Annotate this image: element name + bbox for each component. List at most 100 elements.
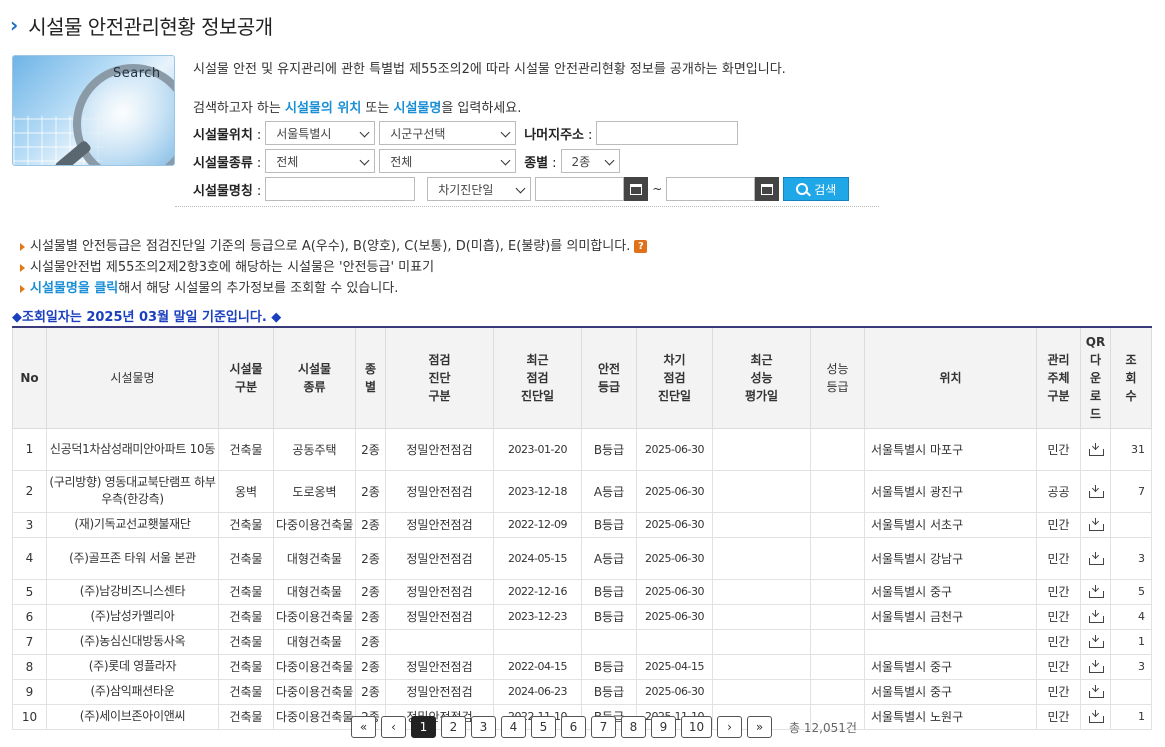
cell-next: 2025-06-30 (636, 469, 713, 513)
search-icon (796, 183, 809, 195)
page-button-9[interactable]: 9 (651, 716, 676, 738)
prev-page-button[interactable]: ‹ (381, 716, 406, 738)
page-button-1[interactable]: 1 (411, 716, 436, 738)
calendar-from-icon[interactable] (624, 177, 649, 201)
facility-name-link[interactable]: (주)골프존 타워 서울 본관 (46, 536, 219, 580)
facility-name-link[interactable]: (주)남성카멜리아 (46, 603, 219, 630)
type1-select[interactable]: 전체 (265, 149, 376, 173)
cell-loc: 서울특별시 광진구 (864, 469, 1037, 513)
download-icon[interactable] (1089, 685, 1104, 698)
download-icon[interactable] (1089, 660, 1104, 673)
cell-views: 1 (1110, 703, 1152, 730)
class-select[interactable]: 2종 (560, 149, 620, 173)
qr-download-cell (1080, 427, 1111, 471)
cell-insp: 정밀안전점검 (385, 653, 494, 680)
note-item: 시설물안전법 제55조의2제2항3호에 해당하는 시설물은 '안전등급' 미표기 (20, 257, 647, 278)
cell-cls: 2종 (355, 603, 386, 630)
cell-no: 8 (12, 653, 47, 680)
cell-last (493, 628, 582, 655)
next-page-button[interactable]: › (717, 716, 742, 738)
cell-insp (385, 628, 494, 655)
sigungu-select[interactable]: 시군구선택 (379, 121, 517, 145)
name-label: 시설물명칭: (193, 183, 262, 199)
cell-views (1110, 678, 1152, 705)
page-button-8[interactable]: 8 (621, 716, 646, 738)
facility-name-link[interactable]: (주)삼익패션타운 (46, 678, 219, 705)
cell-insp: 정밀안전점검 (385, 536, 494, 580)
type2-select[interactable]: 전체 (379, 149, 517, 173)
cell-perf (712, 653, 811, 680)
sido-select[interactable]: 서울특별시 (265, 121, 376, 145)
facility-name-link[interactable]: (주)세이브존아이앤씨 (46, 703, 219, 730)
cell-perf (712, 536, 811, 580)
cell-last: 2023-12-23 (493, 603, 582, 630)
page-button-5[interactable]: 5 (531, 716, 556, 738)
cell-owner: 공공 (1036, 469, 1081, 513)
cell-kind: 건축물 (218, 653, 274, 680)
facility-name-link[interactable]: (구리방향) 영동대교북단램프 하부우측(한강측) (46, 469, 219, 513)
download-icon[interactable] (1089, 635, 1104, 648)
column-header: QR 다 운 로 드 (1080, 326, 1111, 429)
facility-name-link[interactable]: (주)남강비즈니스센타 (46, 578, 219, 605)
cell-cls: 2종 (355, 469, 386, 513)
search-button[interactable]: 검색 (783, 177, 850, 201)
cell-cls: 2종 (355, 578, 386, 605)
qr-download-cell (1080, 678, 1111, 705)
facility-name-link[interactable]: 신공덕1차삼성래미안아파트 10동 (46, 427, 219, 471)
page-button-3[interactable]: 3 (471, 716, 496, 738)
date-from-input[interactable] (535, 177, 625, 201)
rest-address-input[interactable] (596, 121, 739, 145)
cell-no: 9 (12, 678, 47, 705)
page-button-4[interactable]: 4 (501, 716, 526, 738)
cell-insp: 정밀안전점검 (385, 427, 494, 471)
page-button-2[interactable]: 2 (441, 716, 466, 738)
chevron-right-icon: › (10, 13, 19, 37)
table-row: 8 (주)롯데 영플라자 건축물 다중이용건축물 2종 정밀안전점검 2022-04-15 B… (12, 653, 1152, 680)
download-icon[interactable] (1089, 518, 1104, 531)
note-item: 시설물명을 클릭 해서 해당 시설물의 추가정보를 조회할 수 있습니다. (20, 278, 647, 299)
cell-owner: 민간 (1036, 578, 1081, 605)
facility-name-link[interactable]: (재)기독교선교횃불재단 (46, 511, 219, 538)
table-header-row: No 시설물명 시설물 구분 시설물 종류 종 별 점검 진단 구분 최근 점검 진단일 안전 등급 차기 점검 진… (12, 326, 1152, 429)
cell-last: 2024-05-15 (493, 536, 582, 580)
facility-name-input[interactable] (265, 177, 416, 201)
cell-last: 2024-06-23 (493, 678, 582, 705)
cell-pgrade (810, 536, 865, 580)
page-button-10[interactable]: 10 (681, 716, 712, 738)
cell-grade (581, 628, 637, 655)
bullet-icon (20, 242, 25, 251)
download-icon[interactable] (1089, 585, 1104, 598)
date-type-select[interactable]: 차기진단일 (427, 177, 532, 201)
download-icon[interactable] (1089, 442, 1104, 456)
download-icon[interactable] (1089, 710, 1104, 723)
cell-kind: 옹벽 (218, 469, 274, 513)
cell-views: 5 (1110, 578, 1152, 605)
facility-name-link[interactable]: (주)롯데 영플라자 (46, 653, 219, 680)
table-row: 4 (주)골프존 타워 서울 본관 건축물 대형건축물 2종 정밀안전점검 2024-05-… (12, 536, 1152, 580)
cell-owner: 민간 (1036, 628, 1081, 655)
hint-text: 을 입력하세요. (441, 101, 522, 116)
column-header: No (12, 326, 47, 429)
help-icon[interactable]: ? (634, 240, 648, 253)
cell-loc: 서울특별시 노원구 (864, 703, 1037, 730)
qr-download-cell (1080, 511, 1111, 538)
download-icon[interactable] (1089, 484, 1104, 498)
cell-type: 다중이용건축물 (273, 678, 356, 705)
chevron-down-icon (359, 127, 370, 138)
calendar-to-icon[interactable] (755, 177, 780, 201)
page-button-6[interactable]: 6 (561, 716, 586, 738)
download-icon[interactable] (1089, 610, 1104, 623)
date-to-input[interactable] (666, 177, 756, 201)
cell-owner: 민간 (1036, 511, 1081, 538)
cell-owner: 민간 (1036, 678, 1081, 705)
cell-kind: 건축물 (218, 603, 274, 630)
last-page-button[interactable]: » (747, 716, 772, 738)
cell-owner: 민간 (1036, 603, 1081, 630)
page-button-7[interactable]: 7 (591, 716, 616, 738)
facility-name-link[interactable]: (주)농심신대방동사옥 (46, 628, 219, 655)
first-page-button[interactable]: « (351, 716, 376, 738)
cell-last: 2023-12-18 (493, 469, 582, 513)
cell-type: 다중이용건축물 (273, 703, 356, 730)
download-icon[interactable] (1089, 551, 1104, 565)
column-header: 관리 주체 구분 (1036, 326, 1081, 429)
